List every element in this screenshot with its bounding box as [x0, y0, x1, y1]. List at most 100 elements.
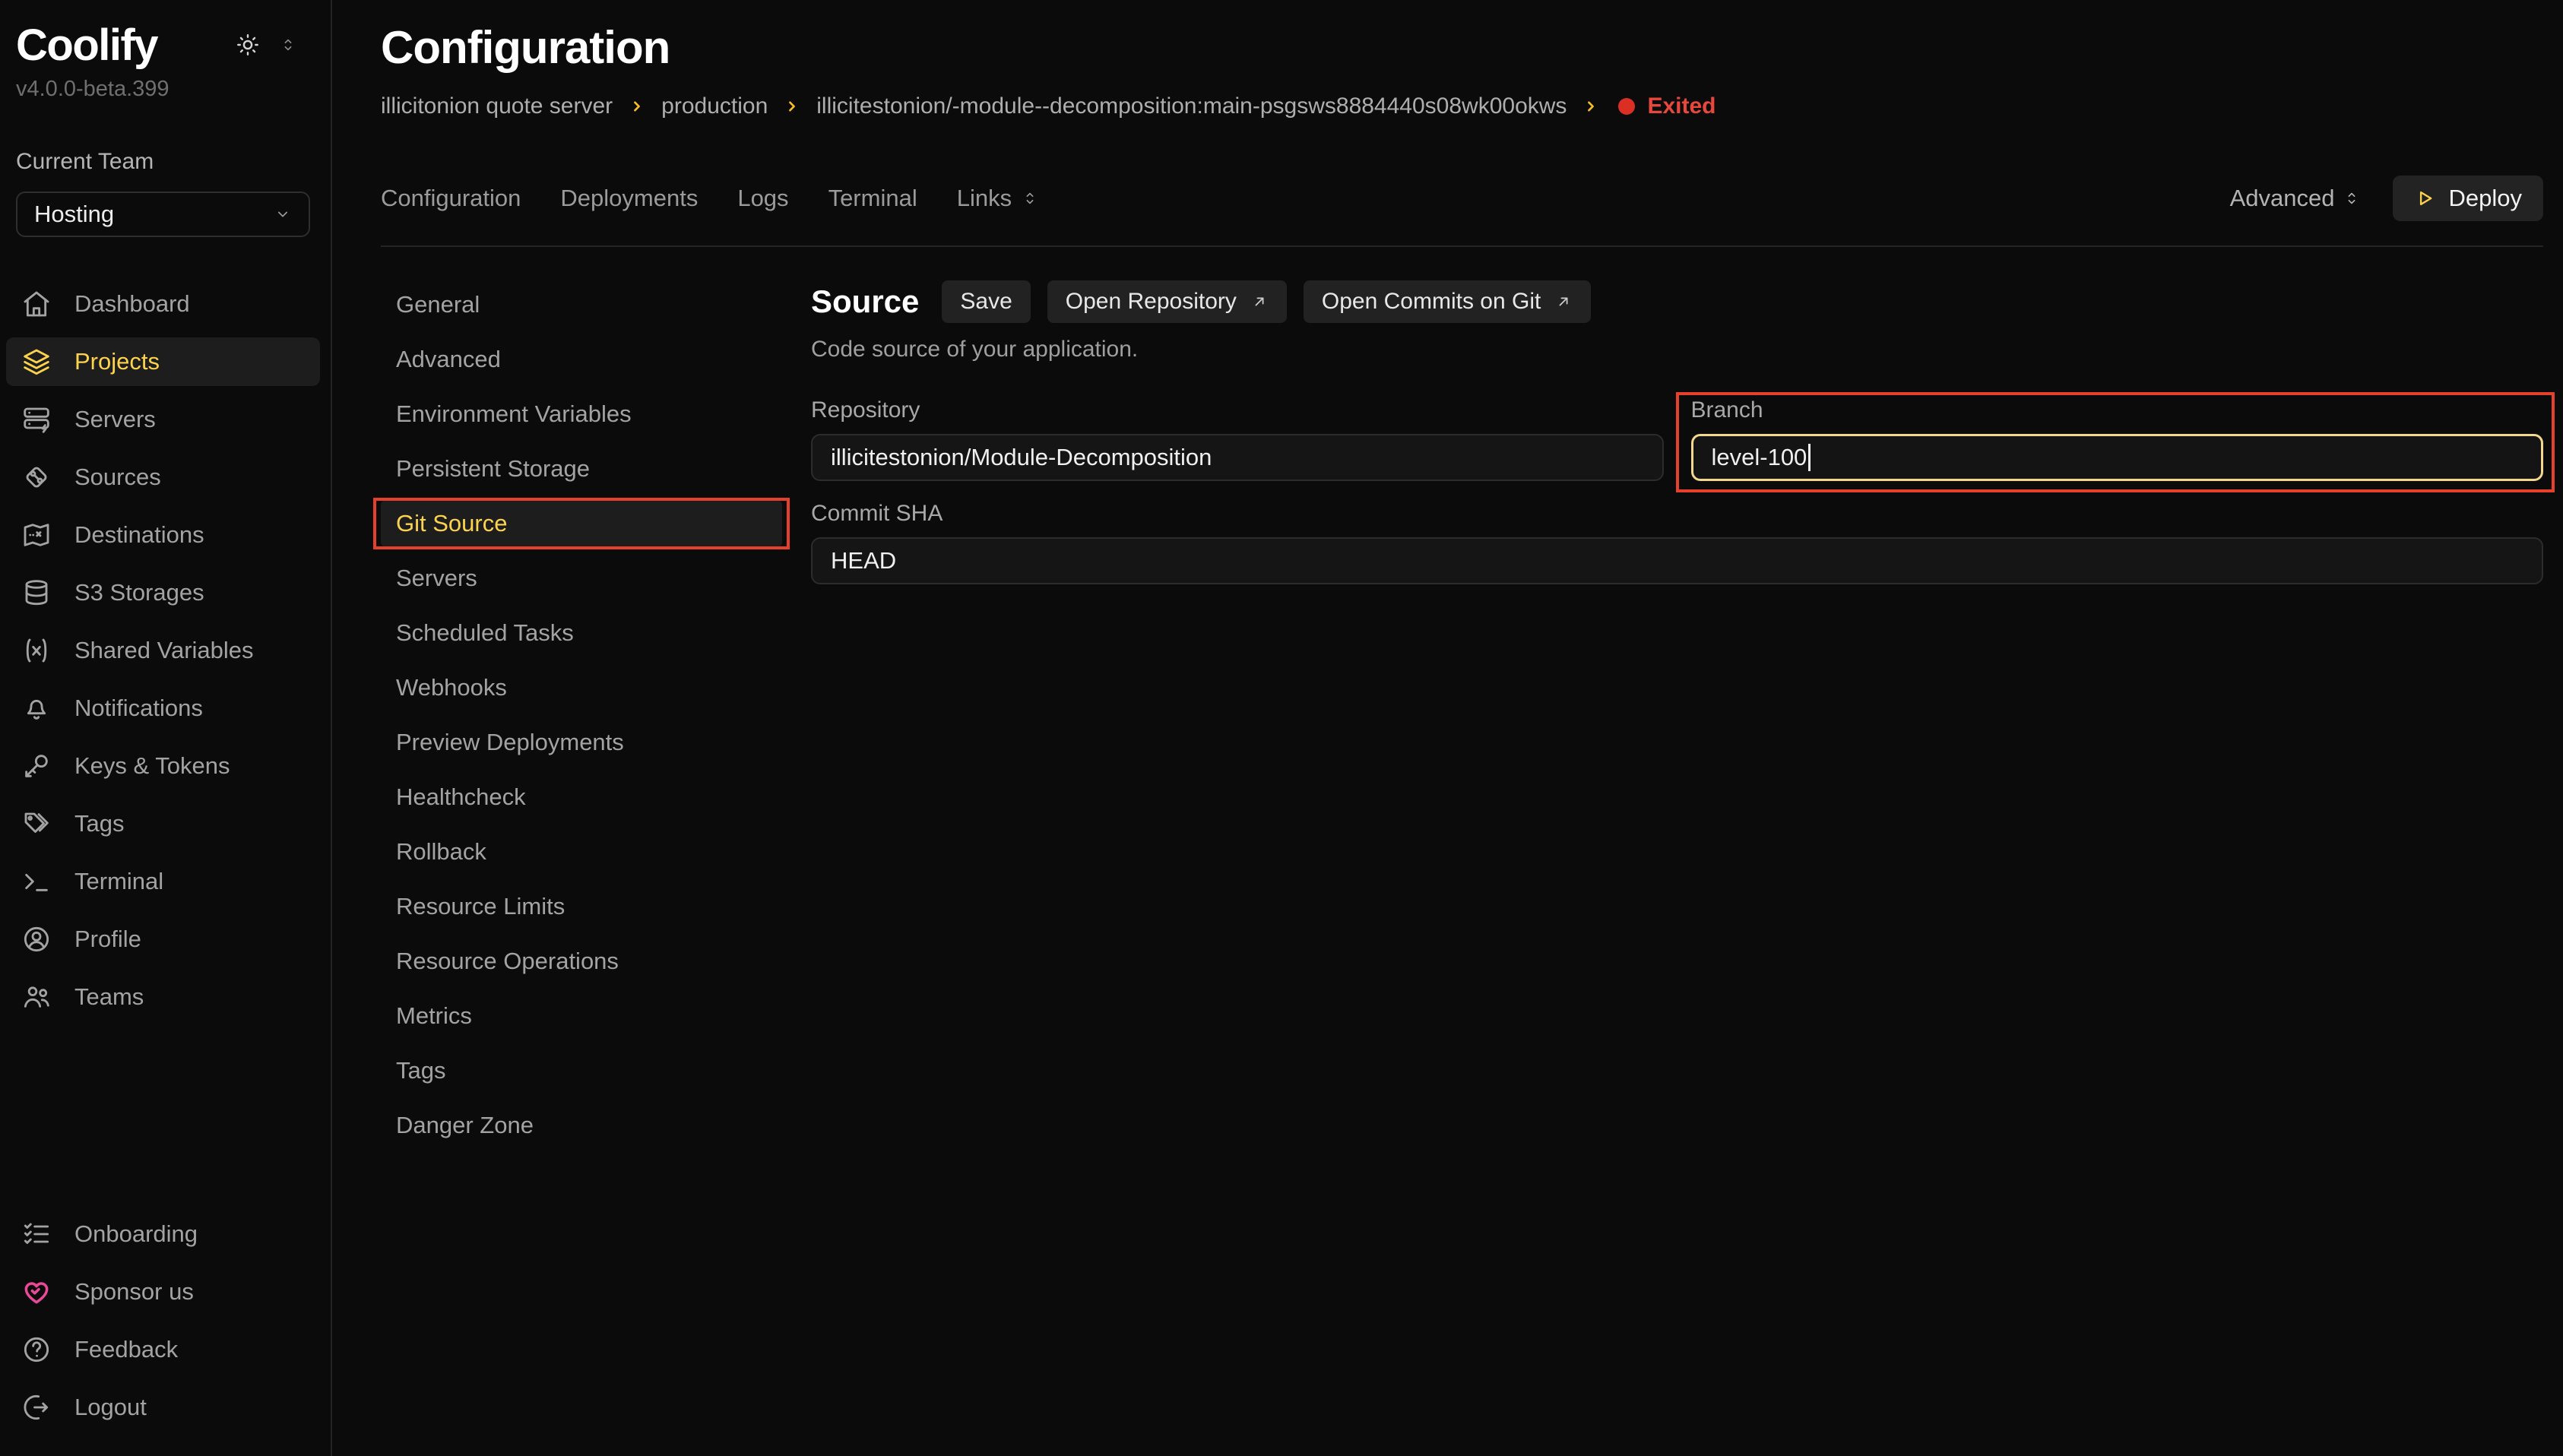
- logout-icon: [21, 1392, 52, 1423]
- brand-row: Coolify: [16, 20, 318, 71]
- subnav-item-webhooks[interactable]: Webhooks: [381, 663, 782, 712]
- sidebar-item-label: Shared Variables: [74, 637, 254, 664]
- tab-logs[interactable]: Logs: [737, 185, 788, 212]
- external-link-icon: [1250, 293, 1269, 311]
- sidebar-item-label: Logout: [74, 1394, 147, 1421]
- subnav-item-persistent-storage[interactable]: Persistent Storage: [381, 445, 782, 493]
- status-label: Exited: [1647, 93, 1716, 119]
- save-button[interactable]: Save: [942, 280, 1030, 323]
- sidebar-item-sponsor-us[interactable]: Sponsor us: [6, 1268, 320, 1316]
- breadcrumb-environment[interactable]: production: [661, 93, 768, 119]
- sidebar-item-label: Notifications: [74, 695, 203, 722]
- sidebar-spacer: [16, 1030, 318, 1167]
- open-commits-button[interactable]: Open Commits on Git: [1304, 280, 1591, 323]
- tab-deployments[interactable]: Deployments: [560, 185, 698, 212]
- sidebar-item-label: Onboarding: [74, 1220, 198, 1248]
- subnav-item-tags[interactable]: Tags: [381, 1046, 782, 1095]
- sidebar-item-profile[interactable]: Profile: [6, 915, 320, 964]
- section-title: Source: [811, 283, 919, 320]
- chevron-right-icon: [1582, 97, 1600, 116]
- sidebar-nav: Dashboard Projects Servers Sources Desti…: [6, 280, 320, 1030]
- subnav-item-rollback[interactable]: Rollback: [381, 828, 782, 876]
- commit-sha-field-group: Commit SHA HEAD: [811, 501, 2543, 584]
- bell-icon: [21, 693, 52, 723]
- chevrons-up-down-icon: [2343, 189, 2361, 207]
- breadcrumb-application[interactable]: illicitestonion/-module--decomposition:m…: [816, 93, 1567, 119]
- subnav-item-environment-variables[interactable]: Environment Variables: [381, 390, 782, 438]
- repository-input[interactable]: illicitestonion/Module-Decomposition: [811, 434, 1664, 481]
- subnav-item-resource-operations[interactable]: Resource Operations: [381, 937, 782, 986]
- sidebar-item-label: Terminal: [74, 868, 163, 895]
- tab-links-label: Links: [957, 185, 1012, 212]
- subnav-item-healthcheck[interactable]: Healthcheck: [381, 773, 782, 821]
- subnav-item-metrics[interactable]: Metrics: [381, 992, 782, 1040]
- sidebar-item-label: Destinations: [74, 521, 204, 549]
- commit-sha-label: Commit SHA: [811, 501, 2543, 527]
- sidebar-item-label: Sources: [74, 464, 161, 491]
- tab-links[interactable]: Links: [957, 185, 1039, 212]
- app-logo: Coolify: [16, 20, 157, 71]
- subnav-item-advanced[interactable]: Advanced: [381, 335, 782, 384]
- app-version: v4.0.0-beta.399: [16, 77, 318, 102]
- sidebar-item-terminal[interactable]: Terminal: [6, 857, 320, 906]
- open-repository-button[interactable]: Open Repository: [1047, 280, 1287, 323]
- configuration-content: General Advanced Environment Variables P…: [381, 280, 2543, 1156]
- sidebar-item-label: Projects: [74, 348, 160, 375]
- home-icon: [21, 289, 52, 319]
- tab-terminal[interactable]: Terminal: [828, 185, 917, 212]
- sidebar-item-keys-tokens[interactable]: Keys & Tokens: [6, 742, 320, 790]
- chevrons-up-down-icon[interactable]: [279, 36, 297, 54]
- subnav-item-git-source[interactable]: Git Source: [381, 499, 782, 548]
- sidebar-item-sources[interactable]: Sources: [6, 453, 320, 502]
- variable-icon: [21, 635, 52, 666]
- layers-icon: [21, 347, 52, 377]
- chevron-right-icon: [628, 97, 646, 116]
- subnav-item-scheduled-tasks[interactable]: Scheduled Tasks: [381, 609, 782, 657]
- advanced-dropdown[interactable]: Advanced: [2230, 185, 2361, 212]
- sidebar-item-destinations[interactable]: Destinations: [6, 511, 320, 559]
- sidebar-item-label: Dashboard: [74, 290, 190, 318]
- sidebar-item-shared-variables[interactable]: Shared Variables: [6, 626, 320, 675]
- team-select-value: Hosting: [34, 201, 114, 228]
- subnav-item-preview-deployments[interactable]: Preview Deployments: [381, 718, 782, 767]
- tags-icon: [21, 809, 52, 839]
- sidebar-item-logout[interactable]: Logout: [6, 1383, 320, 1432]
- sun-icon[interactable]: [235, 32, 261, 58]
- advanced-label: Advanced: [2230, 185, 2335, 212]
- commit-sha-input[interactable]: HEAD: [811, 537, 2543, 584]
- commit-sha-value: HEAD: [831, 547, 896, 574]
- tab-configuration[interactable]: Configuration: [381, 185, 521, 212]
- sidebar-item-feedback[interactable]: Feedback: [6, 1325, 320, 1374]
- subnav-item-resource-limits[interactable]: Resource Limits: [381, 882, 782, 931]
- chevrons-up-down-icon: [1021, 189, 1039, 207]
- subnav-item-general[interactable]: General: [381, 280, 782, 329]
- sidebar-item-servers[interactable]: Servers: [6, 395, 320, 444]
- terminal-icon: [21, 866, 52, 897]
- subnav-item-servers[interactable]: Servers: [381, 554, 782, 603]
- source-fields: Repository illicitestonion/Module-Decomp…: [811, 397, 2543, 584]
- sidebar-item-teams[interactable]: Teams: [6, 973, 320, 1021]
- sidebar-item-notifications[interactable]: Notifications: [6, 684, 320, 733]
- branch-field-group: Branch level-100: [1691, 397, 2544, 481]
- subnav-item-danger-zone[interactable]: Danger Zone: [381, 1101, 782, 1150]
- sidebar-item-tags[interactable]: Tags: [6, 799, 320, 848]
- chevron-right-icon: [783, 97, 801, 116]
- sidebar-item-label: Feedback: [74, 1336, 178, 1363]
- header-actions: Advanced Deploy: [2230, 176, 2543, 221]
- source-header-row: Source Save Open Repository Open Commits…: [811, 280, 2543, 323]
- sidebar-item-s3-storages[interactable]: S3 Storages: [6, 568, 320, 617]
- breadcrumb-project[interactable]: illicitonion quote server: [381, 93, 613, 119]
- status-badge: Exited: [1618, 93, 1716, 119]
- sidebar-item-label: S3 Storages: [74, 579, 204, 606]
- team-select[interactable]: Hosting: [16, 191, 310, 237]
- sidebar-item-label: Teams: [74, 983, 144, 1011]
- text-cursor: [1808, 444, 1811, 471]
- branch-input[interactable]: level-100: [1691, 434, 2544, 481]
- main-content: Configuration illicitonion quote server …: [334, 0, 2563, 1156]
- sidebar-item-dashboard[interactable]: Dashboard: [6, 280, 320, 328]
- sidebar-item-projects[interactable]: Projects: [6, 337, 320, 386]
- page-title: Configuration: [381, 21, 2543, 74]
- repository-field-group: Repository illicitestonion/Module-Decomp…: [811, 397, 1664, 481]
- deploy-button[interactable]: Deploy: [2393, 176, 2544, 221]
- sidebar-item-onboarding[interactable]: Onboarding: [6, 1210, 320, 1258]
